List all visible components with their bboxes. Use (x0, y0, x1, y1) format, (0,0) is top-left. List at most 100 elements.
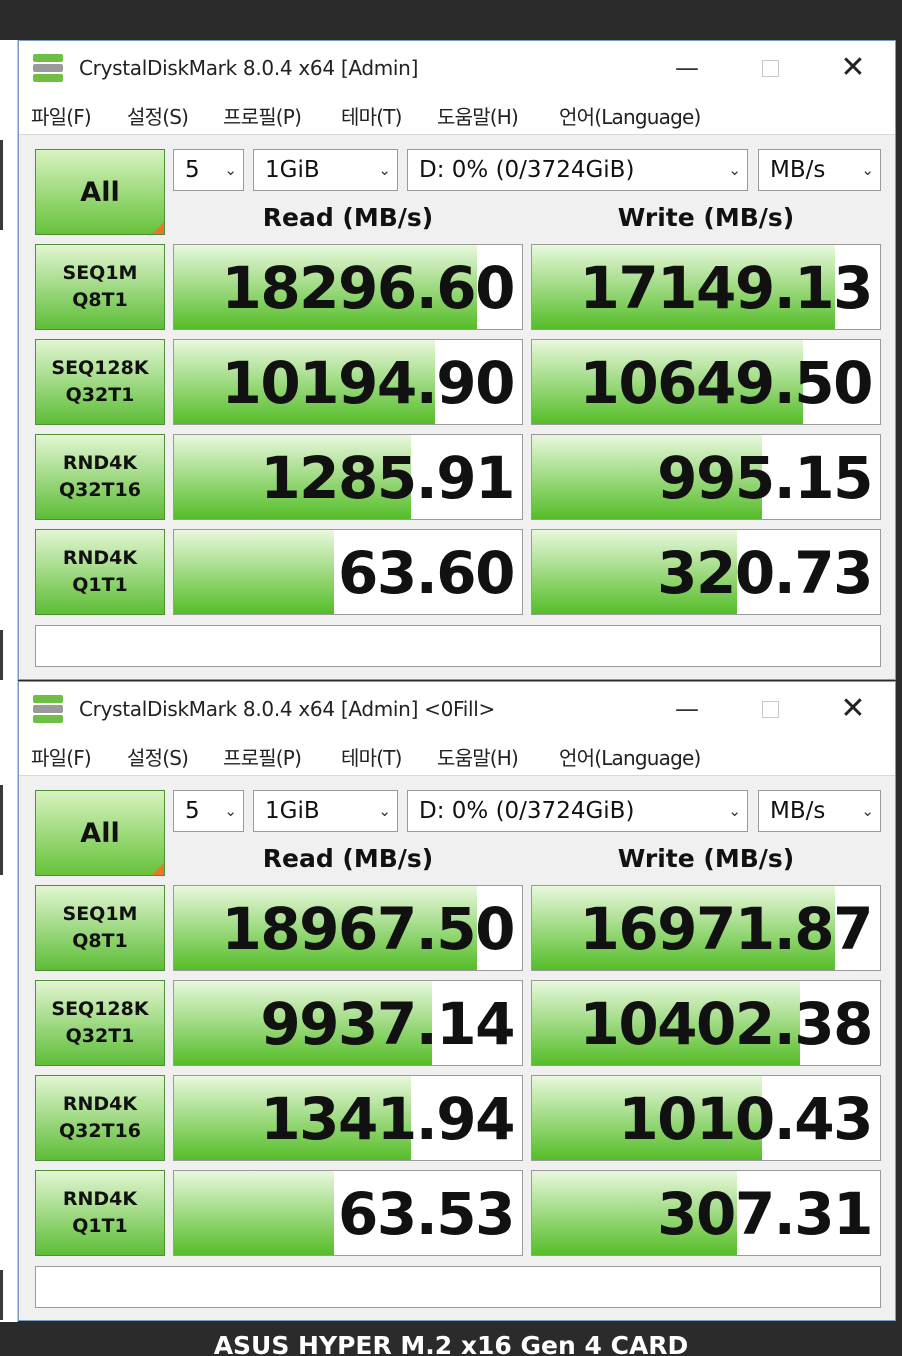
test-size-select[interactable]: 1GiB ⌄ (253, 790, 398, 832)
menu-theme[interactable]: 테마(T) (341, 101, 402, 130)
crystaldiskmark-icon (33, 695, 63, 723)
crystaldiskmark-window-1: CrystalDiskMark 8.0.4 x64 [Admin] — ✕ 파일… (18, 40, 896, 680)
read-result: 10194.90 (173, 339, 523, 425)
chevron-down-icon: ⌄ (861, 161, 874, 179)
read-value: 63.53 (338, 1180, 515, 1248)
read-result: 63.53 (173, 1170, 523, 1256)
write-value: 16971.87 (579, 895, 873, 963)
drive-select[interactable]: D: 0% (0/3724GiB) ⌄ (407, 790, 748, 832)
write-value: 17149.13 (579, 254, 873, 322)
menu-bar: 파일(F) 설정(S) 프로필(P) 테마(T) 도움말(H) 언어(Langu… (19, 734, 895, 776)
write-value: 320.73 (657, 539, 873, 607)
strip-mark (0, 1270, 3, 1320)
test-button-rnd4k-q1t1[interactable]: RND4K Q1T1 (35, 1170, 165, 1256)
read-result: 1285.91 (173, 434, 523, 520)
menu-profile[interactable]: 프로필(P) (223, 742, 302, 771)
title-bar[interactable]: CrystalDiskMark 8.0.4 x64 [Admin] — ✕ (19, 41, 895, 93)
test-label-line2: Q32T1 (65, 1025, 135, 1047)
menu-language[interactable]: 언어(Language) (559, 101, 701, 130)
close-icon[interactable]: ✕ (835, 51, 871, 85)
test-label-line1: SEQ128K (51, 998, 149, 1020)
maximize-icon[interactable] (752, 692, 788, 726)
top-background (0, 0, 902, 40)
read-value: 10194.90 (221, 349, 515, 417)
chevron-down-icon: ⌄ (378, 802, 391, 820)
close-icon[interactable]: ✕ (835, 692, 871, 726)
test-button-seq128k-q32t1[interactable]: SEQ128K Q32T1 (35, 980, 165, 1066)
test-count-value: 5 (185, 157, 200, 183)
comment-field[interactable] (35, 625, 881, 667)
read-bar (174, 530, 335, 614)
all-button[interactable]: All (35, 790, 165, 876)
unit-select[interactable]: MB/s ⌄ (758, 790, 881, 832)
test-button-rnd4k-q32t16[interactable]: RND4K Q32T16 (35, 1075, 165, 1161)
test-label-line2: Q32T1 (65, 384, 135, 406)
test-button-rnd4k-q1t1[interactable]: RND4K Q1T1 (35, 529, 165, 615)
write-value: 307.31 (657, 1180, 873, 1248)
menu-help[interactable]: 도움말(H) (437, 742, 519, 771)
drive-select[interactable]: D: 0% (0/3724GiB) ⌄ (407, 149, 748, 191)
strip-mark (0, 630, 3, 680)
corner-marker (152, 863, 164, 875)
test-label-line2: Q32T16 (59, 1120, 141, 1142)
test-count-select[interactable]: 5 ⌄ (173, 790, 244, 832)
write-result: 16971.87 (531, 885, 881, 971)
test-label-line2: Q1T1 (72, 1215, 128, 1237)
write-result: 1010.43 (531, 1075, 881, 1161)
menu-file[interactable]: 파일(F) (31, 742, 92, 771)
menu-file[interactable]: 파일(F) (31, 101, 92, 130)
write-result: 10649.50 (531, 339, 881, 425)
write-result: 320.73 (531, 529, 881, 615)
test-size-value: 1GiB (265, 157, 320, 183)
strip-mark (0, 140, 3, 230)
test-label-line1: RND4K (62, 1093, 138, 1115)
all-button-label: All (80, 177, 120, 208)
test-label-line2: Q8T1 (72, 930, 128, 952)
menu-theme[interactable]: 테마(T) (341, 742, 402, 771)
menu-bar: 파일(F) 설정(S) 프로필(P) 테마(T) 도움말(H) 언어(Langu… (19, 93, 895, 135)
comment-field[interactable] (35, 1266, 881, 1308)
read-header: Read (MB/s) (262, 844, 434, 873)
test-button-seq128k-q32t1[interactable]: SEQ128K Q32T1 (35, 339, 165, 425)
test-label-line1: RND4K (62, 1188, 138, 1210)
test-count-value: 5 (185, 798, 200, 824)
title-bar[interactable]: CrystalDiskMark 8.0.4 x64 [Admin] <0Fill… (19, 682, 895, 734)
test-label-line1: SEQ1M (62, 262, 138, 284)
test-label-line1: RND4K (62, 452, 138, 474)
window-title: CrystalDiskMark 8.0.4 x64 [Admin] <0Fill… (79, 697, 495, 721)
chevron-down-icon: ⌄ (378, 161, 391, 179)
test-label-line1: RND4K (62, 547, 138, 569)
all-button-label: All (80, 818, 120, 849)
write-result: 10402.38 (531, 980, 881, 1066)
minimize-icon[interactable]: — (669, 692, 705, 726)
write-header: Write (MB/s) (617, 844, 795, 873)
test-label-line2: Q8T1 (72, 289, 128, 311)
read-value: 1341.94 (260, 1085, 515, 1153)
test-count-select[interactable]: 5 ⌄ (173, 149, 244, 191)
write-header: Write (MB/s) (617, 203, 795, 232)
all-button[interactable]: All (35, 149, 165, 235)
menu-language[interactable]: 언어(Language) (559, 742, 701, 771)
write-result: 307.31 (531, 1170, 881, 1256)
write-value: 995.15 (657, 444, 873, 512)
write-value: 10649.50 (579, 349, 873, 417)
strip-mark (0, 785, 3, 875)
unit-select[interactable]: MB/s ⌄ (758, 149, 881, 191)
test-label-line1: SEQ1M (62, 903, 138, 925)
write-result: 17149.13 (531, 244, 881, 330)
menu-help[interactable]: 도움말(H) (437, 101, 519, 130)
test-label-line1: SEQ128K (51, 357, 149, 379)
crystaldiskmark-icon (33, 54, 63, 82)
maximize-icon[interactable] (752, 51, 788, 85)
menu-profile[interactable]: 프로필(P) (223, 101, 302, 130)
menu-settings[interactable]: 설정(S) (127, 101, 189, 130)
corner-marker (152, 222, 164, 234)
test-button-seq1m-q8t1[interactable]: SEQ1M Q8T1 (35, 885, 165, 971)
test-button-rnd4k-q32t16[interactable]: RND4K Q32T16 (35, 434, 165, 520)
test-size-select[interactable]: 1GiB ⌄ (253, 149, 398, 191)
menu-settings[interactable]: 설정(S) (127, 742, 189, 771)
read-result: 9937.14 (173, 980, 523, 1066)
test-button-seq1m-q8t1[interactable]: SEQ1M Q8T1 (35, 244, 165, 330)
window-title: CrystalDiskMark 8.0.4 x64 [Admin] (79, 56, 419, 80)
minimize-icon[interactable]: — (669, 51, 705, 85)
